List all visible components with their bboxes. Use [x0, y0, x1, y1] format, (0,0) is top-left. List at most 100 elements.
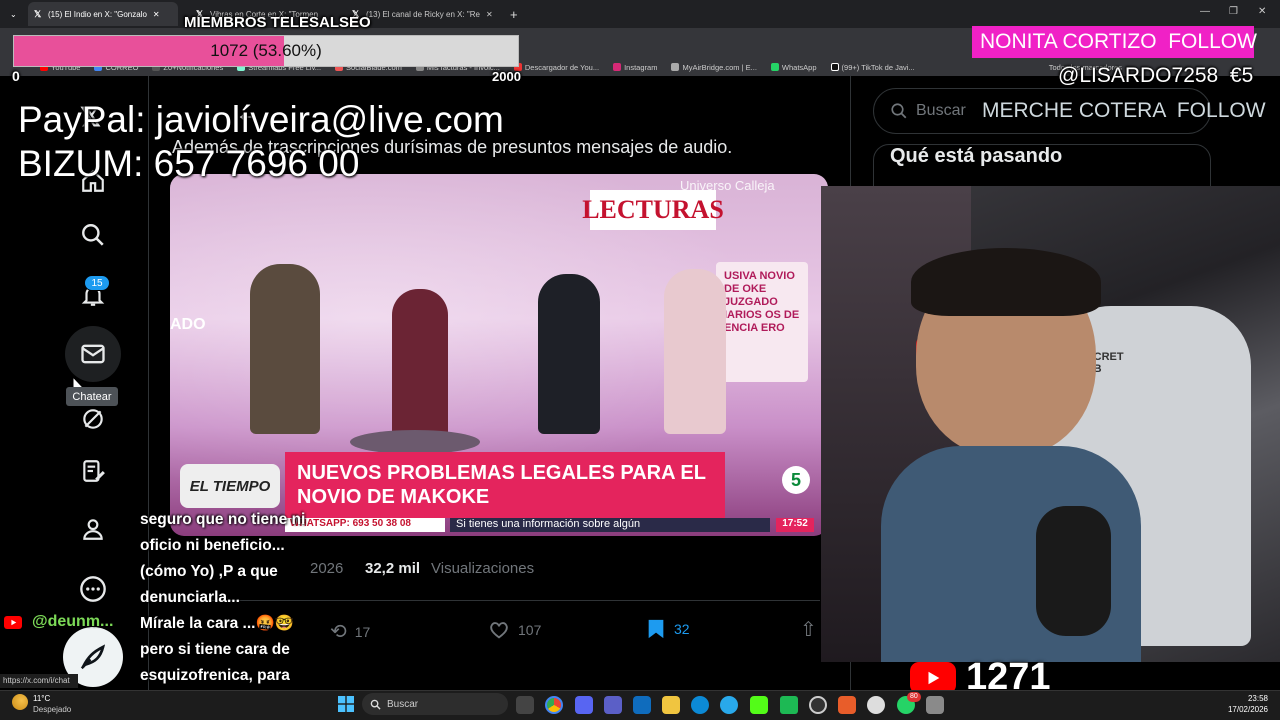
- studio-table: [350, 430, 480, 454]
- search-icon: [370, 699, 381, 710]
- repost-count: 17: [354, 623, 371, 640]
- like-button[interactable]: 107: [488, 619, 541, 641]
- file-explorer-icon[interactable]: [662, 696, 680, 714]
- x-logo-icon: 𝕏: [34, 9, 42, 19]
- tab-search-button[interactable]: ⌄: [4, 2, 26, 26]
- tab-label: (15) El Indio en X: "Gonzalo: [48, 9, 147, 19]
- weather-temp: 11°C: [33, 694, 51, 703]
- microphone: [1036, 506, 1111, 636]
- maximize-icon[interactable]: ❐: [1229, 6, 1238, 17]
- search-icon[interactable]: [72, 214, 114, 256]
- chat-username: @deunm...: [32, 613, 114, 630]
- windows-start-icon[interactable]: [338, 696, 354, 712]
- task-view-icon[interactable]: [516, 696, 534, 714]
- streamer-hair: [911, 248, 1101, 316]
- bookmark-item[interactable]: MyAirBridge.com | E...: [671, 63, 757, 72]
- share-icon[interactable]: ⇧: [800, 617, 817, 642]
- tab-el-indio[interactable]: 𝕏 (15) El Indio en X: "Gonzalo ✕: [28, 2, 178, 26]
- capcut-icon[interactable]: [780, 696, 798, 714]
- program-logo: EL TIEMPO: [180, 464, 280, 508]
- whatsapp-icon: [770, 63, 779, 71]
- webcam-feed: SECRET LAB: [821, 186, 1280, 662]
- video-clock: 17:52: [776, 518, 814, 532]
- studio-side-text: ADO: [170, 316, 206, 333]
- status-url: https://x.com/i/chat: [0, 674, 78, 688]
- chat-line: denunciarla...: [140, 589, 240, 606]
- obs-icon[interactable]: [809, 696, 827, 714]
- like-count: 107: [518, 622, 542, 638]
- teams-icon[interactable]: [604, 696, 622, 714]
- search-icon: [891, 103, 907, 119]
- instagram-icon: [613, 63, 622, 71]
- taskbar-search-label: Buscar: [387, 698, 419, 710]
- youtube-icon: [4, 616, 22, 629]
- weather-moon-icon: [12, 694, 28, 710]
- app-icon[interactable]: [926, 696, 944, 714]
- messages-icon[interactable]: [65, 326, 121, 382]
- views-label: Visualizaciones: [431, 560, 535, 577]
- chat-line: (cómo Yo) ,P a que: [140, 563, 278, 580]
- heart-icon: [490, 622, 508, 639]
- person-silhouette: [664, 269, 726, 434]
- feather-icon: [80, 644, 106, 670]
- search-placeholder: Buscar: [916, 102, 966, 119]
- person-silhouette: [250, 264, 320, 434]
- cloud-icon: [671, 63, 680, 71]
- bookmark-button[interactable]: 32: [646, 618, 690, 640]
- goal-min: 0: [12, 68, 20, 84]
- magazine-cover-title: LECTURAS: [582, 190, 724, 230]
- close-window-icon[interactable]: ✕: [1258, 6, 1266, 17]
- headline-banner: NUEVOS PROBLEMAS LEGALES PARA EL NOVIO D…: [285, 452, 725, 518]
- close-icon[interactable]: ✕: [153, 10, 160, 19]
- minimize-icon[interactable]: —: [1200, 6, 1210, 17]
- bizum-text: BIZUM: 657 7696 00: [18, 143, 360, 184]
- paypal-text: PayPal: javiolíveira@live.com: [18, 99, 504, 140]
- views-count: 32,2 mil: [365, 560, 421, 577]
- discord-icon[interactable]: [575, 696, 593, 714]
- chrome-alt-icon[interactable]: [867, 696, 885, 714]
- bookmark-item[interactable]: Instagram: [613, 63, 657, 72]
- person-silhouette: [538, 274, 600, 434]
- channel-logo: 5: [782, 466, 810, 494]
- profile-icon[interactable]: [72, 508, 114, 550]
- chat-line: pero si tiene cara de: [140, 641, 290, 658]
- follow-alert-2: MERCHE COTERA FOLLOW: [982, 99, 1266, 122]
- taskbar-date[interactable]: 17/02/2026: [1222, 705, 1268, 714]
- tiktok-icon: [830, 63, 839, 71]
- edge-icon[interactable]: [691, 696, 709, 714]
- goal-max: 2000: [492, 69, 521, 84]
- chat-message: seguro que no tiene ni oficio ni benefic…: [140, 507, 350, 715]
- taskbar-search[interactable]: Buscar: [362, 693, 508, 715]
- outlook-icon[interactable]: [633, 696, 651, 714]
- goal-progress-bar: 1072 (53.60%): [13, 35, 519, 67]
- magazine-cover-text: USIVA NOVIO DE OKE JUZGADO IARIOS OS DE …: [716, 262, 808, 382]
- donation-alert: @LISARDO7258 €5: [1058, 64, 1254, 87]
- bookmark-icon: [648, 619, 664, 639]
- follow-alert: NONITA CORTIZO FOLLOW: [972, 26, 1257, 58]
- ticker-text: Si tienes una información sobre algún: [450, 518, 770, 532]
- bookmark-item[interactable]: Descargador de You...: [513, 63, 599, 72]
- tweet-video[interactable]: LECTURAS Universo Calleja USIVA NOVIO DE…: [170, 174, 828, 536]
- telegram-icon[interactable]: [720, 696, 738, 714]
- app-icon[interactable]: [838, 696, 856, 714]
- chrome-icon[interactable]: [545, 696, 563, 714]
- grok-icon[interactable]: [72, 398, 114, 440]
- drafts-icon[interactable]: [72, 450, 114, 492]
- taskbar-time[interactable]: 23:58: [1238, 694, 1268, 703]
- kick-icon[interactable]: [750, 696, 768, 714]
- chat-line: oficio ni beneficio...: [140, 537, 285, 554]
- notification-badge: 15: [84, 275, 110, 291]
- bookmark-item[interactable]: WhatsApp: [770, 63, 817, 72]
- new-tab-button[interactable]: +: [504, 2, 524, 26]
- weather-desc[interactable]: Despejado: [33, 705, 71, 714]
- chat-line: seguro que no tiene ni: [140, 511, 306, 528]
- bookmark-count: 32: [674, 621, 690, 637]
- chat-line: esquizofrenica, para: [140, 667, 290, 684]
- chat-line: Mírale la cara ...🤬🤓: [140, 615, 295, 632]
- close-icon[interactable]: ✕: [486, 10, 493, 19]
- video-watermark: Universo Calleja: [680, 178, 775, 193]
- bookmark-item[interactable]: (99+) TikTok de Javi...: [830, 63, 915, 72]
- whatsapp-badge: 80: [907, 692, 921, 702]
- goal-progress-text: 1072 (53.60%): [210, 41, 322, 60]
- more-icon[interactable]: [72, 568, 114, 610]
